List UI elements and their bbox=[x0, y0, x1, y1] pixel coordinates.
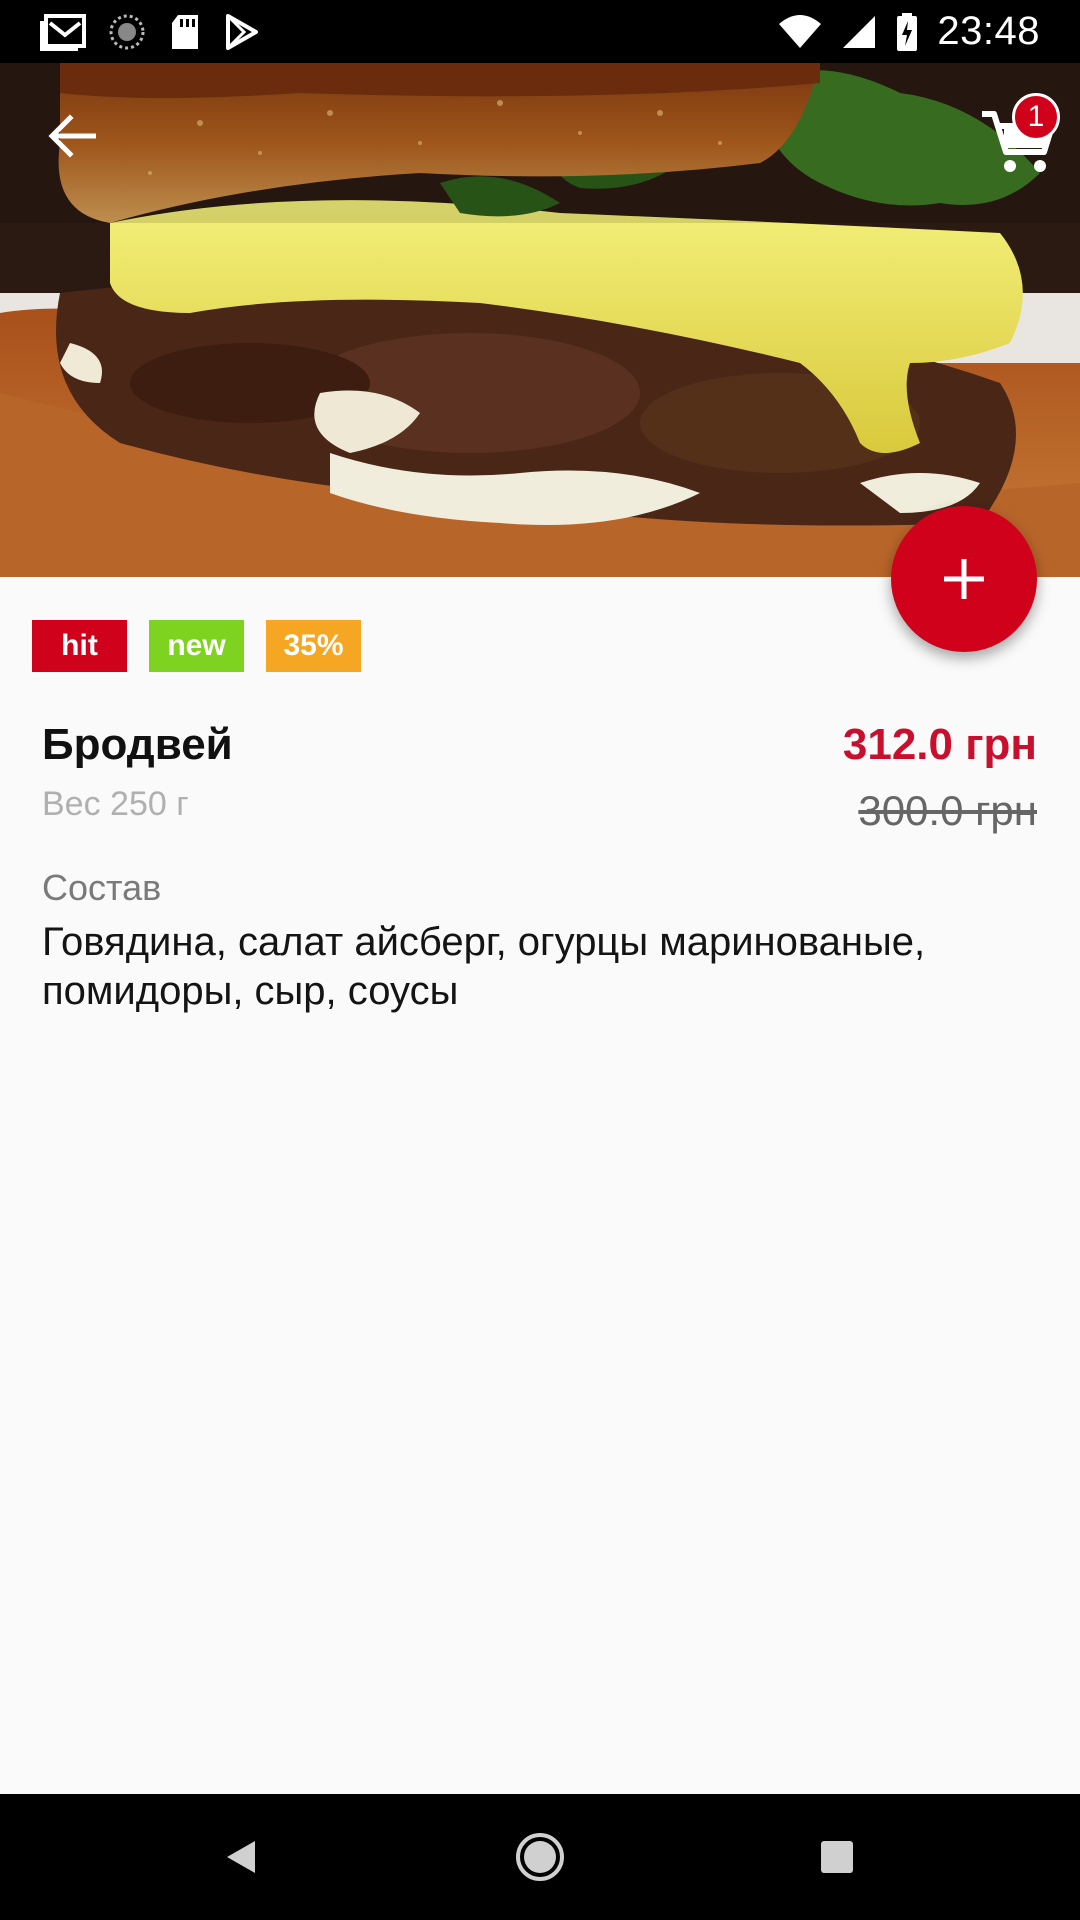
home-circle-icon bbox=[516, 1833, 564, 1881]
play-store-icon bbox=[224, 13, 260, 51]
tag-new: new bbox=[149, 620, 244, 672]
back-button[interactable] bbox=[34, 98, 110, 174]
sync-icon bbox=[108, 13, 146, 51]
nav-recents-button[interactable] bbox=[797, 1817, 877, 1897]
status-time: 23:48 bbox=[937, 9, 1040, 53]
sd-card-icon bbox=[168, 13, 202, 51]
signal-icon bbox=[841, 14, 877, 50]
battery-charging-icon bbox=[895, 12, 919, 52]
nav-home-button[interactable] bbox=[500, 1817, 580, 1897]
gmail-icon bbox=[40, 13, 86, 51]
nav-back-button[interactable] bbox=[201, 1817, 281, 1897]
status-bar: 23:48 bbox=[0, 0, 1080, 63]
tag-discount: 35% bbox=[266, 620, 361, 672]
product-price: 312.0 грн bbox=[842, 720, 1037, 769]
product-image bbox=[0, 63, 1080, 577]
add-to-cart-button[interactable] bbox=[891, 506, 1037, 652]
notification-icons bbox=[40, 8, 260, 56]
back-triangle-icon bbox=[227, 1841, 255, 1873]
tag-hit: hit bbox=[32, 620, 127, 672]
navigation-bar bbox=[0, 1794, 1080, 1920]
plus-icon bbox=[944, 559, 984, 599]
product-weight: Вес 250 г bbox=[42, 785, 189, 823]
recents-square-icon bbox=[821, 1841, 853, 1873]
composition-label: Состав bbox=[42, 867, 162, 908]
product-name: Бродвей bbox=[42, 720, 233, 769]
wifi-icon bbox=[777, 14, 823, 50]
system-status: 23:48 bbox=[777, 0, 1040, 63]
arrow-left-icon bbox=[48, 114, 96, 158]
product-old-price: 300.0 грн bbox=[858, 787, 1037, 834]
cart-count-badge: 1 bbox=[1012, 93, 1060, 141]
composition-text: Говядина, салат айсберг, огурцы маринова… bbox=[42, 920, 926, 1013]
